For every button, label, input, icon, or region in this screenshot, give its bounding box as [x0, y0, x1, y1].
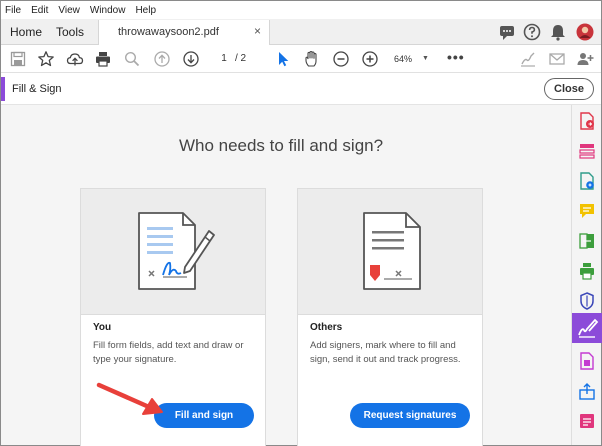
export-pdf-icon[interactable]	[577, 111, 597, 131]
tab-document-label: throwawaysoon2.pdf	[118, 26, 219, 38]
select-cursor-icon[interactable]	[274, 50, 292, 68]
tab-bar: Home Tools throwawaysoon2.pdf ×	[1, 19, 601, 45]
menu-bar: File Edit View Window Help	[1, 1, 601, 19]
add-user-icon[interactable]	[576, 50, 594, 68]
card-you: You Fill form fields, add text and draw …	[80, 188, 266, 446]
fill-and-sign-button[interactable]: Fill and sign	[154, 403, 254, 428]
zoom-in-icon[interactable]	[361, 50, 379, 68]
card-you-illustration-area	[81, 189, 265, 315]
tools-rail	[571, 105, 602, 445]
tab-close-icon[interactable]: ×	[254, 24, 261, 38]
notifications-bell-icon[interactable]	[548, 22, 568, 42]
page-up-icon[interactable]	[153, 50, 171, 68]
request-signatures-illustration-icon	[350, 209, 436, 295]
upload-cloud-icon[interactable]	[66, 50, 84, 68]
zoom-level-select[interactable]: 64%	[394, 51, 412, 67]
zoom-search-icon[interactable]	[123, 50, 141, 68]
more-tools-icon[interactable]	[577, 411, 597, 431]
fill-sign-accent-bar	[1, 77, 5, 101]
menu-edit[interactable]: Edit	[31, 5, 48, 16]
mail-icon[interactable]	[548, 50, 566, 68]
help-icon[interactable]	[522, 22, 542, 42]
menu-view[interactable]: View	[58, 5, 80, 16]
card-others: Others Add signers, mark where to fill a…	[297, 188, 483, 446]
more-tools-button[interactable]: •••	[447, 49, 465, 65]
protect-icon[interactable]	[577, 291, 597, 311]
fill-sign-rail-item[interactable]	[572, 313, 602, 343]
tab-document[interactable]: throwawaysoon2.pdf ×	[98, 20, 270, 45]
sign-icon[interactable]	[519, 50, 537, 68]
chat-icon[interactable]	[497, 22, 517, 42]
print-production-icon[interactable]	[577, 261, 597, 281]
combine-files-icon[interactable]	[577, 231, 597, 251]
page-down-icon[interactable]	[182, 50, 200, 68]
save-icon[interactable]	[9, 50, 27, 68]
bookmark-star-icon[interactable]	[37, 50, 55, 68]
fill-sign-title: Fill & Sign	[12, 83, 62, 95]
organize-pages-icon[interactable]	[577, 141, 597, 161]
comment-icon[interactable]	[577, 201, 597, 221]
card-others-illustration-area	[298, 189, 482, 315]
close-button[interactable]: Close	[544, 78, 594, 100]
edit-pdf-icon[interactable]	[577, 171, 597, 191]
send-file-icon[interactable]	[577, 381, 597, 401]
fill-sign-header: Fill & Sign Close	[1, 73, 601, 105]
hand-icon[interactable]	[303, 50, 321, 68]
card-others-description: Add signers, mark where to fill and sign…	[310, 340, 461, 365]
zoom-out-icon[interactable]	[332, 50, 350, 68]
request-signatures-button[interactable]: Request signatures	[350, 403, 470, 428]
create-pdf-icon[interactable]	[577, 351, 597, 371]
tab-home[interactable]: Home	[10, 25, 42, 39]
page-total: / 2	[235, 53, 247, 64]
menu-window[interactable]: Window	[90, 5, 126, 16]
page-title: Who needs to fill and sign?	[178, 136, 384, 155]
print-icon[interactable]	[94, 50, 112, 68]
tab-tools[interactable]: Tools	[56, 25, 84, 39]
fill-and-sign-illustration-icon	[133, 209, 219, 295]
toolbar: 1 / 2 64% ▼ •••	[1, 45, 601, 73]
user-avatar-icon[interactable]	[575, 22, 595, 42]
card-you-title: You	[93, 322, 112, 333]
page-number-input[interactable]: 1	[215, 51, 233, 67]
menu-file[interactable]: File	[5, 5, 21, 16]
card-others-title: Others	[310, 322, 343, 333]
main-content: Who needs to fill and sign? You Fill for…	[1, 105, 571, 446]
zoom-dropdown-chevron-icon[interactable]: ▼	[422, 51, 429, 67]
menu-help[interactable]: Help	[135, 5, 156, 16]
card-you-description: Fill form fields, add text and draw or t…	[93, 340, 244, 365]
